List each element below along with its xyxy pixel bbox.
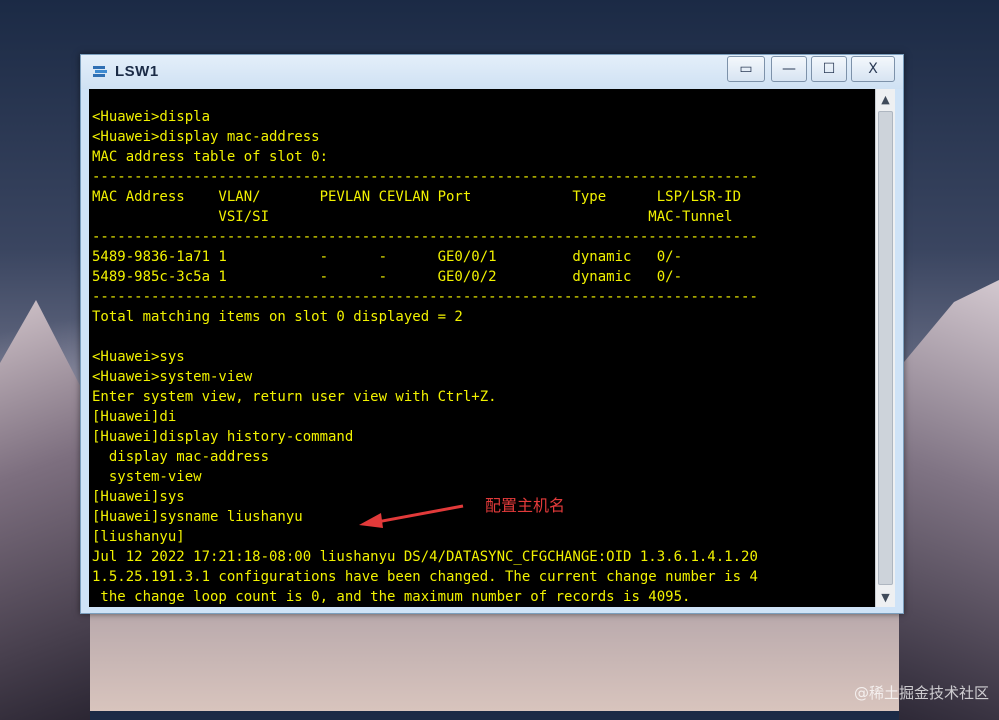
restore-icon: ▭ bbox=[739, 61, 753, 77]
terminal-line: ----------------------------------------… bbox=[92, 169, 758, 185]
terminal-line: 5489-985c-3c5a 1 - - GE0/0/2 dynamic 0/- bbox=[92, 269, 683, 285]
terminal-line: Jul 12 2022 17:21:18-08:00 liushanyu DS/… bbox=[92, 549, 758, 565]
vertical-scrollbar[interactable]: ▲ ▼ bbox=[875, 89, 895, 607]
annotation-label: 配置主机名 bbox=[485, 496, 566, 515]
terminal-line: <Huawei>system-view bbox=[92, 369, 253, 385]
terminal-line: the change loop count is 0, and the maxi… bbox=[92, 589, 691, 605]
maximize-button[interactable]: ☐ bbox=[811, 56, 847, 82]
app-icon bbox=[93, 66, 107, 77]
terminal-line: MAC address table of slot 0: bbox=[92, 149, 329, 165]
restore-button[interactable]: ▭ bbox=[727, 56, 765, 82]
terminal-line: system-view bbox=[92, 469, 202, 485]
terminal-line: [Huawei]sysname liushanyu bbox=[92, 509, 303, 525]
background-mountain-right bbox=[899, 280, 999, 720]
close-icon: X bbox=[868, 61, 878, 77]
close-button[interactable]: X bbox=[851, 56, 895, 82]
terminal-line: Enter system view, return user view with… bbox=[92, 389, 497, 405]
terminal-line: [Huawei]display history-command bbox=[92, 429, 354, 445]
terminal-line: 5489-9836-1a71 1 - - GE0/0/1 dynamic 0/- bbox=[92, 249, 683, 265]
scrollbar-thumb[interactable] bbox=[878, 111, 893, 585]
terminal-window: LSW1 ▭ — ☐ X <Huawei>displa <Huawei>displ… bbox=[80, 54, 904, 614]
window-title: LSW1 bbox=[115, 63, 159, 80]
terminal-line: display mac-address bbox=[92, 449, 270, 465]
watermark: @稀土掘金技术社区 bbox=[853, 684, 989, 702]
terminal-line: [liushanyu] bbox=[92, 529, 185, 545]
terminal-line: [Huawei]sys bbox=[92, 489, 185, 505]
terminal-line: ----------------------------------------… bbox=[92, 289, 758, 305]
scroll-up-button[interactable]: ▲ bbox=[876, 89, 895, 109]
terminal-line: 1.5.25.191.3.1 configurations have been … bbox=[92, 569, 758, 585]
minimize-button[interactable]: — bbox=[771, 56, 807, 82]
scroll-down-button[interactable]: ▼ bbox=[876, 587, 895, 607]
terminal-line: <Huawei>sys bbox=[92, 349, 185, 365]
terminal-line: ----------------------------------------… bbox=[92, 229, 758, 245]
terminal-line: Total matching items on slot 0 displayed… bbox=[92, 309, 463, 325]
terminal-line: MAC Address VLAN/ PEVLAN CEVLAN Port Typ… bbox=[92, 189, 742, 205]
title-bar[interactable]: LSW1 ▭ — ☐ X bbox=[81, 55, 903, 89]
minimize-icon: — bbox=[782, 61, 796, 77]
terminal-line: <Huawei>display mac-address bbox=[92, 129, 320, 145]
scroll-up-icon: ▲ bbox=[881, 92, 890, 106]
scroll-down-icon: ▼ bbox=[881, 590, 890, 604]
terminal-line: VSI/SI MAC-Tunnel bbox=[92, 209, 733, 225]
maximize-icon: ☐ bbox=[822, 61, 836, 77]
terminal-output[interactable]: <Huawei>displa <Huawei>display mac-addres… bbox=[92, 107, 876, 607]
terminal-client-area[interactable]: <Huawei>displa <Huawei>display mac-addres… bbox=[89, 89, 895, 607]
terminal-line: [Huawei]di bbox=[92, 409, 177, 425]
background-mountain-left bbox=[0, 300, 90, 720]
annotation-arrow-icon bbox=[359, 504, 464, 528]
terminal-line: <Huawei>displa bbox=[92, 109, 211, 125]
